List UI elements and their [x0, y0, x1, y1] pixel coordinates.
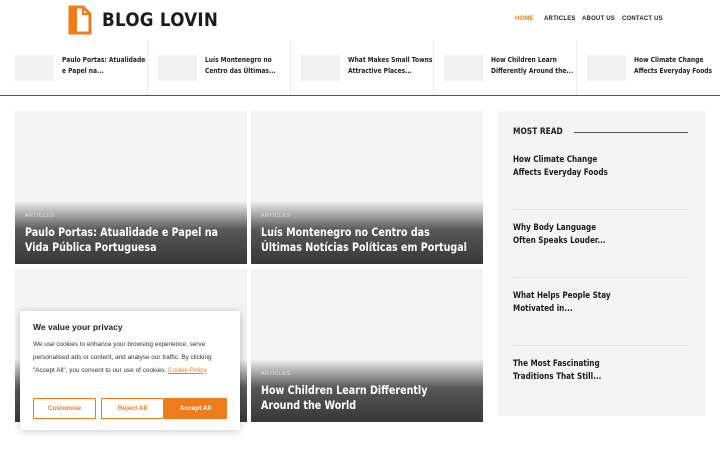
- nav-about-us[interactable]: ABOUT US: [582, 16, 615, 22]
- card-title[interactable]: How Children Learn Differently Around th…: [261, 383, 469, 413]
- ticker-item[interactable]: Paulo Portas: Atualidade e Papel na...: [0, 40, 148, 95]
- cookie-consent-banner: We value your privacy We use cookies to …: [20, 311, 240, 430]
- ticker-thumbnail[interactable]: [444, 55, 483, 81]
- site-header: BLOG LOVIN HOME ARTICLES ABOUT US CONTAC…: [0, 0, 720, 40]
- divider: [513, 209, 688, 210]
- reject-all-button[interactable]: Reject All: [101, 398, 164, 419]
- sidebar-heading: MOST READ: [513, 127, 563, 137]
- most-read-sidebar: MOST READ How Climate Change Affects Eve…: [498, 111, 705, 416]
- cookie-policy-link[interactable]: Cookie Policy: [168, 367, 207, 374]
- most-read-item[interactable]: Why Body Language Often Speaks Louder...: [513, 222, 615, 248]
- ticker-item[interactable]: What Makes Small Towns Attractive Places…: [291, 40, 434, 95]
- nav-contact-us[interactable]: CONTACT US: [622, 16, 663, 22]
- card-title[interactable]: Paulo Portas: Atualidade e Papel na Vida…: [25, 225, 233, 255]
- featured-post-card[interactable]: ARTICLES How Children Learn Differently …: [251, 269, 483, 422]
- most-read-item[interactable]: What Helps People Stay Motivated in...: [513, 290, 615, 316]
- ticker-item[interactable]: Luís Montenegro no Centro das Últimas...: [148, 40, 291, 95]
- nav-articles[interactable]: ARTICLES: [544, 16, 576, 22]
- customise-button[interactable]: Customise: [33, 398, 96, 419]
- ticker-thumbnail[interactable]: [301, 55, 340, 81]
- main-nav: HOME ARTICLES ABOUT US CONTACT US: [0, 16, 720, 26]
- accept-all-button[interactable]: Accept All: [164, 398, 227, 419]
- card-title[interactable]: Luís Montenegro no Centro das Últimas No…: [261, 225, 469, 255]
- latest-posts-strip: Paulo Portas: Atualidade e Papel na... L…: [0, 40, 720, 96]
- ticker-title[interactable]: Paulo Portas: Atualidade e Papel na...: [62, 55, 147, 76]
- ticker-title[interactable]: What Makes Small Towns Attractive Places…: [348, 55, 433, 76]
- heading-rule: [574, 132, 688, 133]
- ticker-title[interactable]: Luís Montenegro no Centro das Últimas...: [205, 55, 290, 76]
- divider: [513, 345, 688, 346]
- most-read-item[interactable]: The Most Fascinating Traditions That Sti…: [513, 358, 615, 384]
- nav-home[interactable]: HOME: [515, 16, 534, 22]
- ticker-item[interactable]: How Climate Change Affects Everyday Food…: [577, 40, 720, 95]
- ticker-item[interactable]: How Children Learn Differently Around th…: [434, 40, 577, 95]
- featured-post-card[interactable]: ARTICLES Paulo Portas: Atualidade e Pape…: [15, 111, 247, 264]
- cookie-text: We use cookies to enhance your browsing …: [33, 339, 233, 377]
- ticker-title[interactable]: How Children Learn Differently Around th…: [491, 55, 576, 76]
- ticker-thumbnail[interactable]: [587, 55, 626, 81]
- ticker-title[interactable]: How Climate Change Affects Everyday Food…: [634, 55, 719, 76]
- card-category[interactable]: ARTICLES: [261, 213, 290, 219]
- divider: [513, 277, 688, 278]
- card-category[interactable]: ARTICLES: [261, 371, 290, 377]
- ticker-thumbnail[interactable]: [158, 55, 197, 81]
- most-read-item[interactable]: How Climate Change Affects Everyday Food…: [513, 154, 615, 180]
- cookie-title: We value your privacy: [33, 322, 123, 332]
- ticker-thumbnail[interactable]: [15, 55, 54, 81]
- card-category[interactable]: ARTICLES: [25, 213, 54, 219]
- featured-post-card[interactable]: ARTICLES Luís Montenegro no Centro das Ú…: [251, 111, 483, 264]
